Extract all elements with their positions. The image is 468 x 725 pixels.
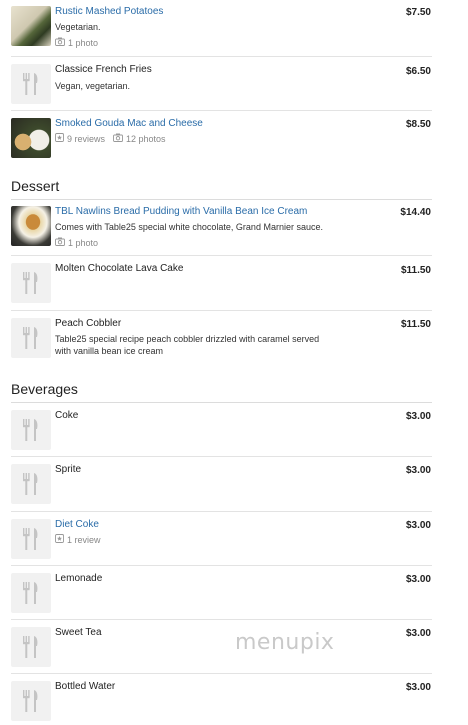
fork-knife-icon bbox=[23, 582, 38, 604]
item-price: $6.50 bbox=[405, 66, 431, 77]
item-price: $3.00 bbox=[405, 520, 431, 531]
item-meta: 9 reviews 12 photos bbox=[55, 133, 166, 145]
menu-item: Molten Chocolate Lava Cake $11.50 bbox=[11, 256, 432, 311]
placeholder-image bbox=[11, 681, 51, 721]
item-name: Classice French Fries bbox=[55, 64, 152, 75]
food-photo[interactable] bbox=[11, 118, 51, 158]
item-price: $8.50 bbox=[405, 119, 431, 130]
item-meta: 1 photo bbox=[55, 237, 98, 249]
placeholder-image bbox=[11, 464, 51, 504]
placeholder-image bbox=[11, 627, 51, 667]
item-price: $3.00 bbox=[405, 574, 431, 585]
review-icon bbox=[55, 534, 64, 546]
item-description: Comes with Table25 special white chocola… bbox=[55, 222, 323, 232]
fork-knife-icon bbox=[23, 473, 38, 495]
item-name: Bottled Water bbox=[55, 681, 116, 692]
placeholder-image bbox=[11, 410, 51, 450]
item-name-link[interactable]: Rustic Mashed Potatoes bbox=[55, 6, 163, 18]
placeholder-image bbox=[11, 64, 51, 104]
item-name: Peach Cobbler bbox=[55, 318, 122, 329]
menu-item: Lemonade $3.00 bbox=[11, 566, 432, 620]
camera-icon bbox=[113, 133, 123, 145]
food-photo[interactable] bbox=[11, 206, 51, 246]
item-description: Vegetarian. bbox=[55, 22, 101, 32]
photo-count-link[interactable]: 1 photo bbox=[68, 37, 98, 49]
placeholder-image bbox=[11, 318, 51, 358]
menu-item: Peach Cobbler $11.50 Table25 special rec… bbox=[11, 311, 432, 366]
item-price: $3.00 bbox=[405, 628, 431, 639]
menu-item[interactable]: Smoked Gouda Mac and Cheese $8.50 9 revi… bbox=[11, 111, 432, 165]
fork-knife-icon bbox=[23, 327, 38, 349]
item-description: Vegan, vegetarian. bbox=[55, 81, 131, 91]
item-name-link[interactable]: Smoked Gouda Mac and Cheese bbox=[55, 118, 203, 130]
fork-knife-icon bbox=[23, 73, 38, 95]
review-count-link[interactable]: 9 reviews bbox=[67, 133, 105, 145]
review-icon bbox=[55, 133, 64, 145]
camera-icon bbox=[55, 237, 65, 249]
menu-item: Coke $3.00 bbox=[11, 403, 432, 457]
item-price: $7.50 bbox=[405, 7, 431, 18]
item-name-link[interactable]: Diet Coke bbox=[55, 519, 99, 531]
item-price: $3.00 bbox=[405, 465, 431, 476]
item-price: $14.40 bbox=[400, 207, 431, 218]
fork-knife-icon bbox=[23, 528, 38, 550]
camera-icon bbox=[55, 37, 65, 49]
fork-knife-icon bbox=[23, 690, 38, 712]
item-name: Lemonade bbox=[55, 573, 103, 584]
section-heading-beverages: Beverages bbox=[11, 381, 78, 397]
placeholder-image bbox=[11, 519, 51, 559]
placeholder-image bbox=[11, 573, 51, 613]
menu-item: Sweet Tea $3.00 bbox=[11, 620, 432, 674]
item-name: Molten Chocolate Lava Cake bbox=[55, 263, 184, 274]
item-name-link[interactable]: TBL Nawlins Bread Pudding with Vanilla B… bbox=[55, 206, 307, 218]
item-price: $3.00 bbox=[405, 411, 431, 422]
menu-item: Bottled Water $3.00 bbox=[11, 674, 432, 725]
fork-knife-icon bbox=[23, 636, 38, 658]
watermark-logo: menupix bbox=[235, 630, 335, 655]
food-photo[interactable] bbox=[11, 6, 51, 46]
item-description: Table25 special recipe peach cobbler dri… bbox=[55, 334, 320, 344]
item-name: Sweet Tea bbox=[55, 627, 102, 638]
item-meta: 1 photo bbox=[55, 37, 98, 49]
menu-item[interactable]: Rustic Mashed Potatoes $7.50 Vegetarian.… bbox=[11, 0, 432, 57]
review-count-link[interactable]: 1 review bbox=[67, 534, 101, 546]
fork-knife-icon bbox=[23, 272, 38, 294]
menu-item: Sprite $3.00 bbox=[11, 457, 432, 512]
section-heading-dessert: Dessert bbox=[11, 178, 60, 194]
item-price: $11.50 bbox=[400, 265, 431, 276]
menu-item: Classice French Fries $6.50 Vegan, veget… bbox=[11, 57, 432, 111]
photo-count-link[interactable]: 12 photos bbox=[126, 133, 166, 145]
item-price: $11.50 bbox=[400, 319, 431, 330]
placeholder-image bbox=[11, 263, 51, 303]
photo-count-link[interactable]: 1 photo bbox=[68, 237, 98, 249]
menu-item[interactable]: TBL Nawlins Bread Pudding with Vanilla B… bbox=[11, 200, 432, 256]
menu-item[interactable]: Diet Coke $3.00 1 review bbox=[11, 512, 432, 566]
item-name: Sprite bbox=[55, 464, 82, 475]
item-name: Coke bbox=[55, 410, 79, 421]
item-description: with vanilla bean ice cream bbox=[55, 346, 164, 356]
item-meta: 1 review bbox=[55, 534, 101, 546]
item-price: $3.00 bbox=[405, 682, 431, 693]
fork-knife-icon bbox=[23, 419, 38, 441]
